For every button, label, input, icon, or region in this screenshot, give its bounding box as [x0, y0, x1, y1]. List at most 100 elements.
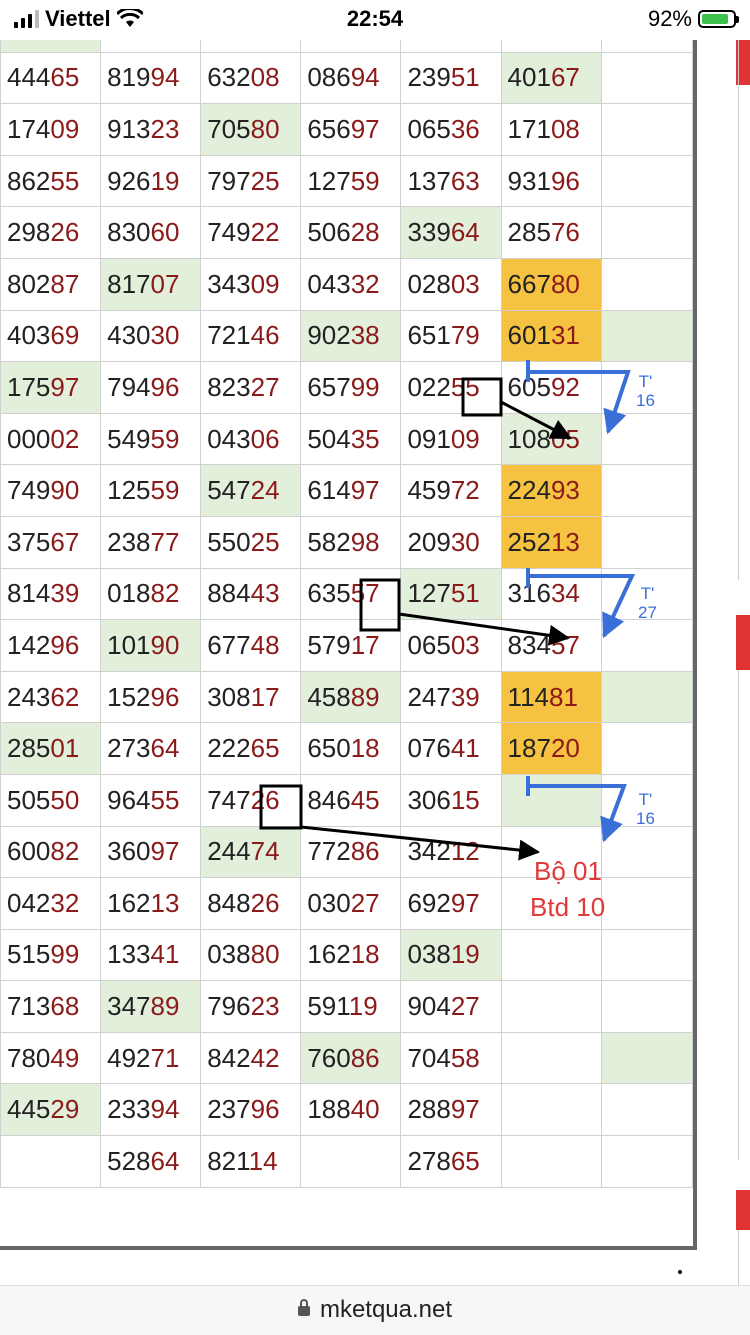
cell-number-head: 247: [407, 681, 451, 712]
table-cell: 52864: [100, 1135, 202, 1188]
battery-percent: 92%: [647, 6, 692, 31]
cell-number-tail: 68: [50, 991, 80, 1022]
table-cell: 70580: [200, 103, 302, 156]
cell-number-head: 430: [107, 320, 151, 351]
table-cell: 76086: [300, 1031, 402, 1085]
table-cell: [600, 464, 693, 517]
cell-number-head: 819: [107, 62, 151, 93]
table-cell: [600, 980, 693, 1033]
cell-number-tail: 94: [150, 62, 180, 93]
cell-number-tail: 81: [549, 681, 578, 712]
cell-number-head: 667: [507, 268, 551, 299]
cell-number-tail: 65: [450, 1145, 480, 1176]
cell-number-head: 492: [107, 1042, 151, 1073]
cell-number-head: 162: [107, 887, 151, 918]
url-bar[interactable]: mketqua.net: [0, 1285, 750, 1335]
cell-number-tail: 26: [250, 784, 280, 815]
cell-number-head: 038: [207, 939, 251, 970]
cell-number-tail: 41: [450, 733, 480, 764]
table-row: 40369 43030 72146 90238 65179 60131: [0, 309, 693, 363]
cell-number-head: 273: [107, 733, 151, 764]
table-cell: 82114: [200, 1135, 302, 1188]
cell-number-head: 022: [407, 371, 451, 402]
table-cell: 50628: [300, 206, 402, 259]
cell-number-tail: 23: [250, 991, 280, 1022]
table-cell: 84826: [200, 877, 302, 930]
cell-number-head: 601: [507, 320, 551, 351]
cell-number-tail: 25: [250, 526, 280, 557]
cell-number-tail: 08: [550, 113, 580, 144]
table-cell: 28576: [500, 206, 602, 259]
side-red-marker: [736, 615, 750, 670]
cell-number-tail: 09: [450, 423, 480, 454]
table-row: 00002 54959 04306 50435 09109 10805: [0, 412, 693, 466]
side-divider: [738, 1230, 739, 1285]
cell-number-tail: 59: [150, 475, 180, 506]
cell-number-head: 704: [407, 1042, 451, 1073]
table-cell: 03880: [200, 928, 302, 982]
table-cell: 34789: [100, 980, 202, 1033]
cell-number-head: 749: [7, 475, 51, 506]
table-cell: 90427: [400, 980, 502, 1033]
table-cell: 17108: [500, 103, 602, 156]
cell-number-tail: 92: [550, 371, 580, 402]
cell-number-tail: 30: [150, 320, 180, 351]
table-cell: 83060: [100, 206, 202, 259]
status-bar: Viettel 22:54 92%: [0, 0, 750, 40]
table-cell: 36097: [100, 825, 202, 879]
cell-number-tail: 35: [350, 423, 380, 454]
t-label: T' 16: [636, 790, 655, 828]
cell-number-head: 091: [407, 423, 451, 454]
table-row: 37567 23877 55025 58298 20930 25213: [0, 515, 693, 569]
cell-number-tail: 62: [50, 681, 80, 712]
table-cell: 54959: [100, 412, 202, 466]
table-cell: 10190: [100, 619, 202, 672]
cell-number-head: 834: [507, 629, 551, 660]
cell-number-head: 043: [307, 268, 351, 299]
cell-number-head: 582: [307, 526, 351, 557]
status-time: 22:54: [346, 6, 404, 31]
table-cell: 10805: [500, 412, 602, 466]
cell-number-tail: 09: [50, 113, 80, 144]
table-cell: 13341: [100, 928, 202, 982]
cell-number-tail: 22: [250, 217, 280, 248]
table-cell: [600, 154, 693, 208]
cell-number-head: 252: [507, 526, 551, 557]
cell-number-tail: 39: [450, 681, 480, 712]
table-cell: 12759: [300, 154, 402, 208]
cell-number-tail: 27: [250, 371, 280, 402]
cell-number-head: 162: [307, 939, 351, 970]
cell-number-head: 749: [207, 217, 251, 248]
table-cell: 84645: [300, 773, 402, 827]
table-cell: [600, 619, 693, 672]
cell-number-tail: 90: [150, 629, 180, 660]
url-text-wrap[interactable]: mketqua.net: [0, 1296, 750, 1324]
table-cell: 14296: [0, 619, 102, 672]
table-cell: [500, 1031, 602, 1085]
battery-icon: [698, 10, 739, 28]
table-cell: 71368: [0, 980, 102, 1033]
cell-number-tail: 38: [350, 320, 380, 351]
cell-number-head: 614: [307, 475, 351, 506]
table-cell: 15296: [100, 670, 202, 724]
cell-number-head: 239: [407, 62, 451, 93]
cell-number-head: 547: [207, 475, 251, 506]
table-cell: 88443: [200, 567, 302, 621]
cell-number-head: 747: [207, 784, 251, 815]
cell-number-head: 101: [107, 629, 151, 660]
cell-number-tail: 63: [450, 165, 480, 196]
table-cell: 16218: [300, 928, 402, 982]
cell-number-head: 175: [7, 371, 51, 402]
table-cell: 01882: [100, 567, 202, 621]
cell-number-tail: 17: [250, 681, 280, 712]
table-cell: 72146: [200, 309, 302, 363]
cell-number-head: 705: [207, 113, 251, 144]
table-row: 29826 83060 74922 50628 33964 28576: [0, 206, 693, 259]
table-cell: 31634: [500, 567, 602, 621]
table-cell: 84242: [200, 1031, 302, 1085]
cell-number-tail: 27: [450, 991, 480, 1022]
table-row: 50550 96455 74726 84645 30615: [0, 773, 693, 827]
results-table-container[interactable]: 2922609466921426265147219813134446581994…: [0, 0, 697, 1250]
cell-number-head: 651: [407, 320, 451, 351]
cell-number-head: 515: [7, 939, 51, 970]
